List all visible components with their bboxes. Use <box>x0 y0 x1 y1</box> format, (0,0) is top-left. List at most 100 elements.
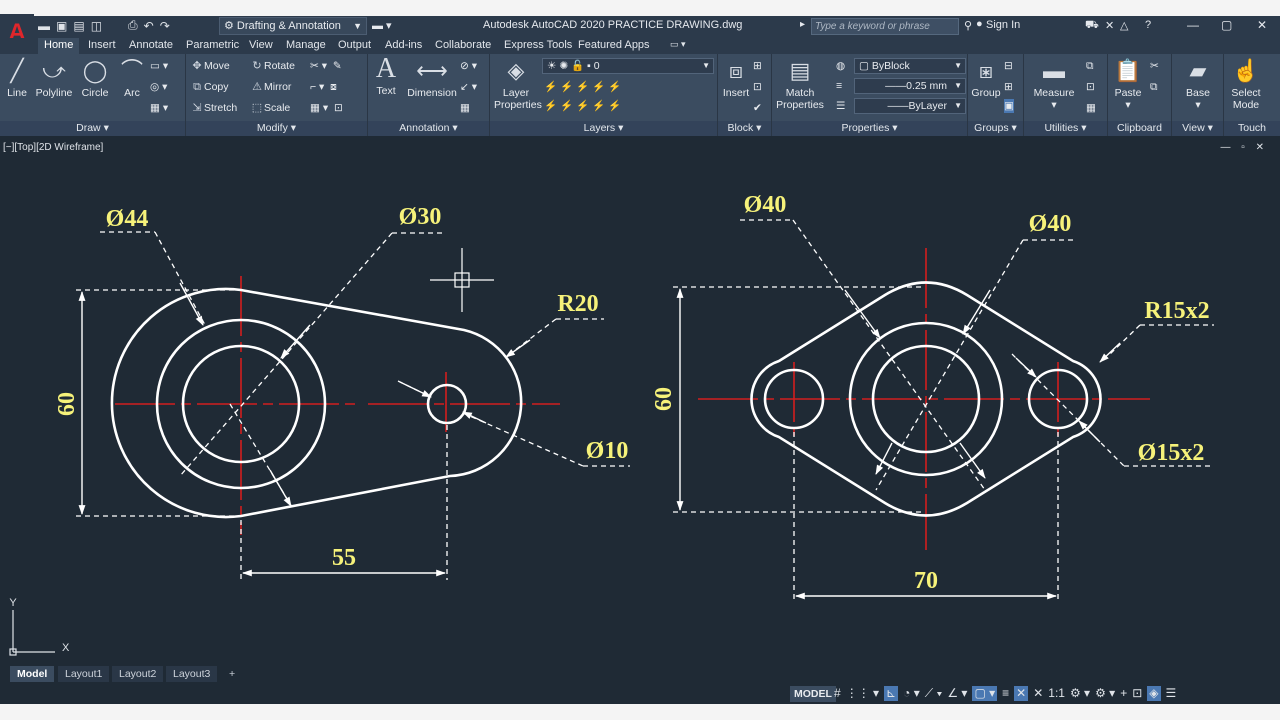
utilities-panel-title[interactable]: Utilities ▾ <box>1024 121 1107 136</box>
select-all-icon[interactable]: ⊡ <box>1086 80 1095 94</box>
osnap-icon[interactable]: ▢ ▾ <box>972 686 998 701</box>
dim-d30[interactable]: Ø30 <box>399 204 442 230</box>
select-mode-button[interactable]: ☝ Select Mode <box>1226 58 1266 111</box>
group-select-icon[interactable]: ▣ <box>1004 99 1014 113</box>
base-button[interactable]: ▰ Base ▾ <box>1178 58 1218 111</box>
cad-drawing[interactable]: Ø44 Ø30 R20 Ø10 60 55 Ø40 Ø40 R15x2 Ø15x… <box>0 136 1280 664</box>
hatch-icon[interactable]: ◎ ▾ <box>150 80 167 94</box>
insert-button[interactable]: ⧈ Insert <box>721 58 751 99</box>
dim-d15x2[interactable]: Ø15x2 <box>1138 440 1205 466</box>
left-part[interactable]: Ø44 Ø30 R20 Ø10 60 55 <box>54 204 630 580</box>
annotation-panel-title[interactable]: Annotation ▾ <box>368 121 489 136</box>
block-attributes-icon[interactable]: ✔ <box>753 101 762 115</box>
sign-in-button[interactable]: Sign In <box>986 19 1020 31</box>
quick-select-icon[interactable]: ⧉ <box>1086 59 1094 73</box>
layer-tools-row-2[interactable]: ⚡⚡⚡⚡⚡ <box>544 99 624 113</box>
search-expand-icon[interactable]: ▸ <box>800 19 805 30</box>
auto-scale-icon[interactable]: ✕ <box>1033 686 1043 701</box>
workspace-switch-icon[interactable]: ⚙ ▾ <box>1070 686 1090 701</box>
annotation-scale-value[interactable]: 1:1 <box>1048 686 1065 701</box>
drawing-viewport[interactable]: [−][Top][2D Wireframe] — ▫ ✕ Ø44 Ø30 R20… <box>0 136 1280 664</box>
trim-icon[interactable]: ✂ ▾ ✎ <box>310 59 342 73</box>
ortho-icon[interactable]: ⊾ <box>884 686 899 701</box>
tab-parametric[interactable]: Parametric <box>186 39 239 51</box>
calculator-icon[interactable]: ▦ <box>1086 101 1096 115</box>
mirror-button[interactable]: ⚠ Mirror <box>250 80 291 94</box>
draw-panel-title[interactable]: Draw ▾ <box>0 121 185 136</box>
help-icon[interactable]: ? <box>1145 19 1151 31</box>
edit-block-icon[interactable]: ⊡ <box>753 80 762 94</box>
dim-55[interactable]: 55 <box>332 545 356 571</box>
line-button[interactable]: ╱ Line <box>4 58 30 99</box>
tab-home[interactable]: Home <box>38 38 80 54</box>
dim-60-left[interactable]: 60 <box>54 392 80 416</box>
stretch-button[interactable]: ⇲ Stretch <box>190 101 237 115</box>
workspace-dropdown[interactable]: ⚙ Drafting & Annotation ▼ <box>219 17 367 35</box>
isodraft-icon[interactable]: ⟋ ▾ <box>925 686 943 701</box>
color-dropdown[interactable]: ▢ ByBlock ▼ <box>854 58 966 74</box>
cut-icon[interactable]: ✂ <box>1150 59 1159 73</box>
maximize-icon[interactable]: ▢ <box>1221 18 1232 32</box>
group-edit-icon[interactable]: ⊞ <box>1004 80 1013 94</box>
cart-icon[interactable]: ⛟ <box>1085 19 1099 33</box>
polyline-button[interactable]: ⤻ Polyline <box>34 58 74 99</box>
tab-express-tools[interactable]: Express Tools <box>504 39 572 51</box>
tab-featured-apps[interactable]: Featured Apps <box>578 39 650 51</box>
tab-layout3[interactable]: Layout3 <box>166 666 218 682</box>
gradient-icon[interactable]: ▦ ▾ <box>150 101 168 115</box>
layers-panel-title[interactable]: Layers ▾ <box>490 121 717 136</box>
match-properties-button[interactable]: ▤ Match Properties <box>775 58 825 111</box>
dim-d40-b[interactable]: Ø40 <box>1029 211 1072 237</box>
isolate-icon[interactable]: ⊡ <box>1132 686 1142 701</box>
copy-button[interactable]: ⧉ Copy <box>190 80 228 94</box>
tab-view[interactable]: View <box>249 39 273 51</box>
linetype-dropdown[interactable]: ——ByLayer ▼ <box>854 98 966 114</box>
dimension-button[interactable]: ⟷ Dimension <box>406 58 458 99</box>
undo-icon[interactable]: ↶ <box>144 19 154 33</box>
plus-icon[interactable]: + <box>1120 686 1127 701</box>
ribbon-minimize-icon[interactable]: ▭ ▾ <box>670 39 686 50</box>
osnap-tracking-icon[interactable]: ∠ ▾ <box>947 686 967 701</box>
table-icon[interactable]: ▦ <box>460 101 470 115</box>
tab-layout2[interactable]: Layout2 <box>112 666 164 682</box>
annotation-visibility-icon[interactable]: ✕ <box>1014 686 1029 701</box>
groups-panel-title[interactable]: Groups ▾ <box>968 121 1023 136</box>
dim-r15x2[interactable]: R15x2 <box>1144 298 1209 324</box>
customize-icon[interactable]: ☰ <box>1166 686 1177 701</box>
grid-icon[interactable]: # <box>834 686 841 701</box>
dim-d40-a[interactable]: Ø40 <box>744 192 787 218</box>
fillet-icon[interactable]: ⌐ ▾ ⧇ <box>310 80 337 94</box>
search-input[interactable]: Type a keyword or phrase <box>811 18 959 35</box>
binoculars-icon[interactable]: ⚲ <box>964 19 972 32</box>
save-as-icon[interactable]: ▤ <box>73 19 84 33</box>
layer-tools-row-1[interactable]: ⚡⚡⚡⚡⚡ <box>544 80 624 94</box>
dim-r20[interactable]: R20 <box>557 291 598 317</box>
group-button[interactable]: ⧆ Group <box>970 58 1002 99</box>
move-button[interactable]: ✥ Move <box>190 59 229 73</box>
close-icon[interactable]: ✕ <box>1257 18 1267 32</box>
tab-layout1[interactable]: Layout1 <box>58 666 110 682</box>
layer-properties-button[interactable]: ◈ Layer Properties <box>494 58 542 111</box>
text-button[interactable]: A Text <box>372 55 400 98</box>
dim-70[interactable]: 70 <box>914 568 938 594</box>
ungroup-icon[interactable]: ⊟ <box>1004 59 1013 73</box>
dim-d10[interactable]: Ø10 <box>586 438 629 464</box>
tab-model[interactable]: Model <box>10 666 55 682</box>
tab-manage[interactable]: Manage <box>286 39 326 51</box>
tab-collaborate[interactable]: Collaborate <box>435 39 491 51</box>
tab-annotate[interactable]: Annotate <box>129 39 173 51</box>
leader-icon[interactable]: ⊘ ▾ <box>460 59 477 73</box>
web-icon[interactable]: ◫ <box>91 19 102 33</box>
snap-icon[interactable]: ⋮⋮ ▾ <box>846 686 879 701</box>
right-part[interactable]: Ø40 Ø40 R15x2 Ø15x2 60 70 <box>651 192 1214 600</box>
tab-add-ins[interactable]: Add-ins <box>385 39 422 51</box>
dim-d44[interactable]: Ø44 <box>106 206 149 232</box>
view-panel-title[interactable]: View ▾ <box>1172 121 1223 136</box>
save-icon[interactable]: ▣ <box>56 19 67 33</box>
arc-button[interactable]: ⌒ Arc <box>118 58 146 99</box>
tab-output[interactable]: Output <box>338 39 371 51</box>
plot-icon[interactable]: ⎙ <box>128 18 138 33</box>
array-icon[interactable]: ▦ ▾ ⊡ <box>310 101 343 115</box>
measure-button[interactable]: ▬ Measure ▾ <box>1030 58 1078 111</box>
multileader-icon[interactable]: ↙ ▾ <box>460 80 477 94</box>
